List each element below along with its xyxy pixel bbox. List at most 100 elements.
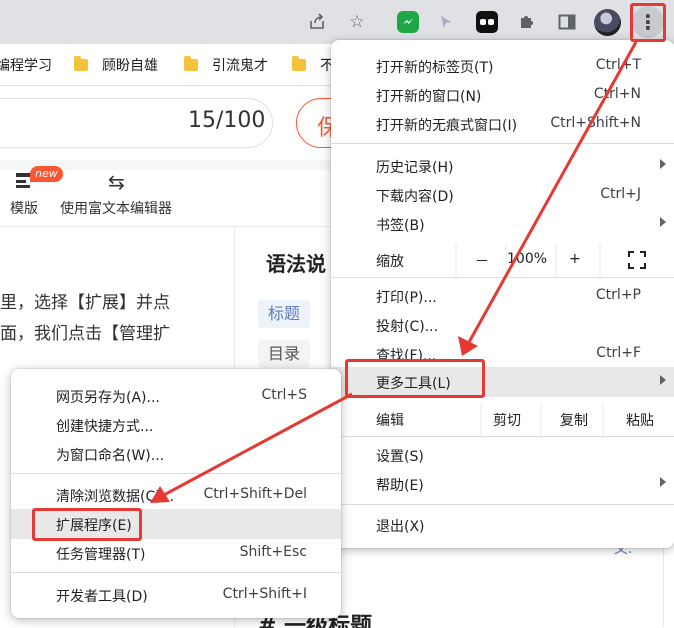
edit-row: 编辑 剪切 复制 粘贴: [331, 402, 674, 436]
mask-extension-icon[interactable]: [476, 11, 498, 33]
bookmark-item[interactable]: 引流鬼才: [184, 55, 268, 75]
rich-text-switch-icon[interactable]: ⇆: [108, 170, 125, 194]
bookmark-item[interactable]: 编程学习: [0, 55, 52, 75]
share-icon[interactable]: [303, 8, 331, 36]
zoom-value: 100%: [507, 251, 548, 267]
copy-button[interactable]: 复制: [542, 402, 602, 436]
menu-item-task-manager[interactable]: 任务管理器(T) Shift+Esc: [11, 538, 341, 568]
menu-separator: [331, 277, 674, 278]
rich-text-editor-label[interactable]: 使用富文本编辑器: [60, 198, 172, 218]
menu-item-label: 清除浏览数据(C)...: [56, 489, 175, 505]
menu-item-history[interactable]: 历史记录(H): [331, 151, 674, 181]
bookmark-label: 引流鬼才: [212, 58, 268, 74]
kebab-menu-icon[interactable]: ⋮: [632, 6, 664, 38]
cut-label: 剪切: [493, 413, 521, 429]
menu-item-shortcut: Ctrl+F: [596, 345, 641, 361]
tag-heading[interactable]: 标题: [258, 300, 311, 328]
paste-button[interactable]: 粘贴: [604, 402, 674, 436]
menu-item-incognito[interactable]: 打开新的无痕式窗口(I) Ctrl+Shift+N: [331, 109, 674, 139]
star-icon[interactable]: ☆: [343, 8, 371, 36]
menu-item-label: 打印(P)...: [376, 290, 437, 306]
menu-item-developer-tools[interactable]: 开发者工具(D) Ctrl+Shift+I: [11, 580, 341, 610]
paste-label: 粘贴: [626, 413, 654, 429]
copy-label: 复制: [560, 413, 588, 429]
menu-item-label: 扩展程序(E): [56, 518, 132, 534]
menu-item-label: 网页另存为(A)...: [56, 390, 160, 406]
menu-item-more-tools[interactable]: 更多工具(L): [331, 367, 674, 397]
menu-item-shortcut: Ctrl+Shift+Del: [203, 486, 307, 502]
menu-item-create-shortcut[interactable]: 创建快捷方式...: [11, 410, 341, 440]
fullscreen-button[interactable]: [601, 243, 674, 277]
more-tools-submenu: 网页另存为(A)... Ctrl+S 创建快捷方式... 为窗口命名(W)... …: [11, 369, 341, 618]
menu-item-cast[interactable]: 投射(C)...: [331, 310, 674, 340]
edit-label: 编辑: [376, 413, 404, 429]
zoom-value-cell: 100%: [507, 243, 555, 277]
menu-item-shortcut: Shift+Esc: [239, 544, 307, 560]
menu-item-bookmarks[interactable]: 书签(B): [331, 209, 674, 239]
menu-item-exit[interactable]: 退出(X): [331, 510, 674, 540]
menu-item-shortcut: Ctrl+T: [595, 57, 641, 73]
menu-item-label: 投射(C)...: [376, 319, 439, 335]
menu-item-print[interactable]: 打印(P)... Ctrl+P: [331, 281, 674, 311]
cut-button[interactable]: 剪切: [482, 402, 540, 436]
char-counter: 15/100: [188, 108, 266, 133]
submenu-arrow-icon: [660, 159, 666, 169]
cursor-extension-icon[interactable]: [432, 8, 460, 36]
menu-item-shortcut: Ctrl+S: [261, 387, 307, 403]
menu-separator: [331, 504, 674, 505]
editor-text-line[interactable]: 面，我们点击【管理扩: [0, 319, 170, 344]
menu-item-help[interactable]: 帮助(E): [331, 469, 674, 499]
fullscreen-icon: [628, 251, 646, 273]
puzzle-extensions-icon[interactable]: [512, 8, 540, 36]
menu-item-label: 打开新的无痕式窗口(I): [376, 118, 518, 134]
browser-toolbar: ☆ ⋮: [0, 0, 674, 44]
menu-item-label: 设置(S): [376, 449, 424, 465]
folder-icon: [292, 56, 306, 71]
bookmark-label: 顾盼自雄: [102, 58, 158, 74]
zoom-in-button[interactable]: +: [557, 243, 599, 277]
menu-item-label: 退出(X): [376, 519, 425, 535]
menu-item-settings[interactable]: 设置(S): [331, 440, 674, 470]
zoom-label: 缩放: [376, 254, 404, 270]
zoom-label-cell: 缩放: [331, 243, 455, 277]
menu-item-label: 帮助(E): [376, 478, 424, 494]
zoom-plus-glyph: +: [569, 251, 581, 267]
menu-item-name-window[interactable]: 为窗口命名(W)...: [11, 439, 341, 469]
menu-item-shortcut: Ctrl+J: [600, 186, 641, 202]
zoom-minus-glyph: －: [475, 254, 489, 270]
menu-item-new-tab[interactable]: 打开新的标签页(T) Ctrl+T: [331, 51, 674, 81]
menu-separator: [11, 473, 341, 474]
messenger-extension-icon[interactable]: [397, 11, 419, 33]
menu-item-find[interactable]: 查找(F)... Ctrl+F: [331, 339, 674, 369]
avatar[interactable]: [594, 9, 621, 36]
menu-item-shortcut: Ctrl+N: [593, 86, 641, 102]
template-button-label[interactable]: 模版: [10, 198, 38, 218]
folder-icon: [74, 56, 88, 71]
edit-label-cell: 编辑: [331, 402, 480, 436]
menu-item-label: 书签(B): [376, 218, 425, 234]
menu-item-shortcut: Ctrl+Shift+I: [222, 586, 307, 602]
zoom-row: 缩放 － 100% +: [331, 243, 674, 277]
menu-item-label: 更多工具(L): [376, 376, 451, 392]
menu-item-label: 下载内容(D): [376, 189, 454, 205]
menu-item-save-page[interactable]: 网页另存为(A)... Ctrl+S: [11, 381, 341, 411]
menu-item-clear-browsing-data[interactable]: 清除浏览数据(C)... Ctrl+Shift+Del: [11, 480, 341, 510]
menu-item-label: 打开新的窗口(N): [376, 89, 482, 105]
menu-item-label: 创建快捷方式...: [56, 419, 154, 435]
menu-separator: [331, 143, 674, 144]
menu-item-label: 历史记录(H): [376, 160, 454, 176]
menu-item-new-window[interactable]: 打开新的窗口(N) Ctrl+N: [331, 80, 674, 110]
tag-toc[interactable]: 目录: [258, 340, 311, 368]
bookmark-item[interactable]: 顾盼自雄: [74, 55, 158, 75]
menu-item-label: 开发者工具(D): [56, 589, 148, 605]
submenu-arrow-icon: [660, 477, 666, 487]
bookmark-item[interactable]: 不: [292, 55, 334, 75]
syntax-panel-title: 语法说: [266, 252, 326, 276]
menu-item-downloads[interactable]: 下载内容(D) Ctrl+J: [331, 180, 674, 210]
zoom-out-button[interactable]: －: [457, 243, 505, 277]
editor-text-line[interactable]: 里，选择【扩展】并点: [0, 288, 170, 313]
menu-item-label: 为窗口命名(W)...: [56, 448, 165, 464]
side-panel-icon[interactable]: [553, 8, 581, 36]
menu-item-shortcut: Ctrl+Shift+N: [550, 115, 641, 131]
menu-item-extensions[interactable]: 扩展程序(E): [11, 509, 341, 539]
